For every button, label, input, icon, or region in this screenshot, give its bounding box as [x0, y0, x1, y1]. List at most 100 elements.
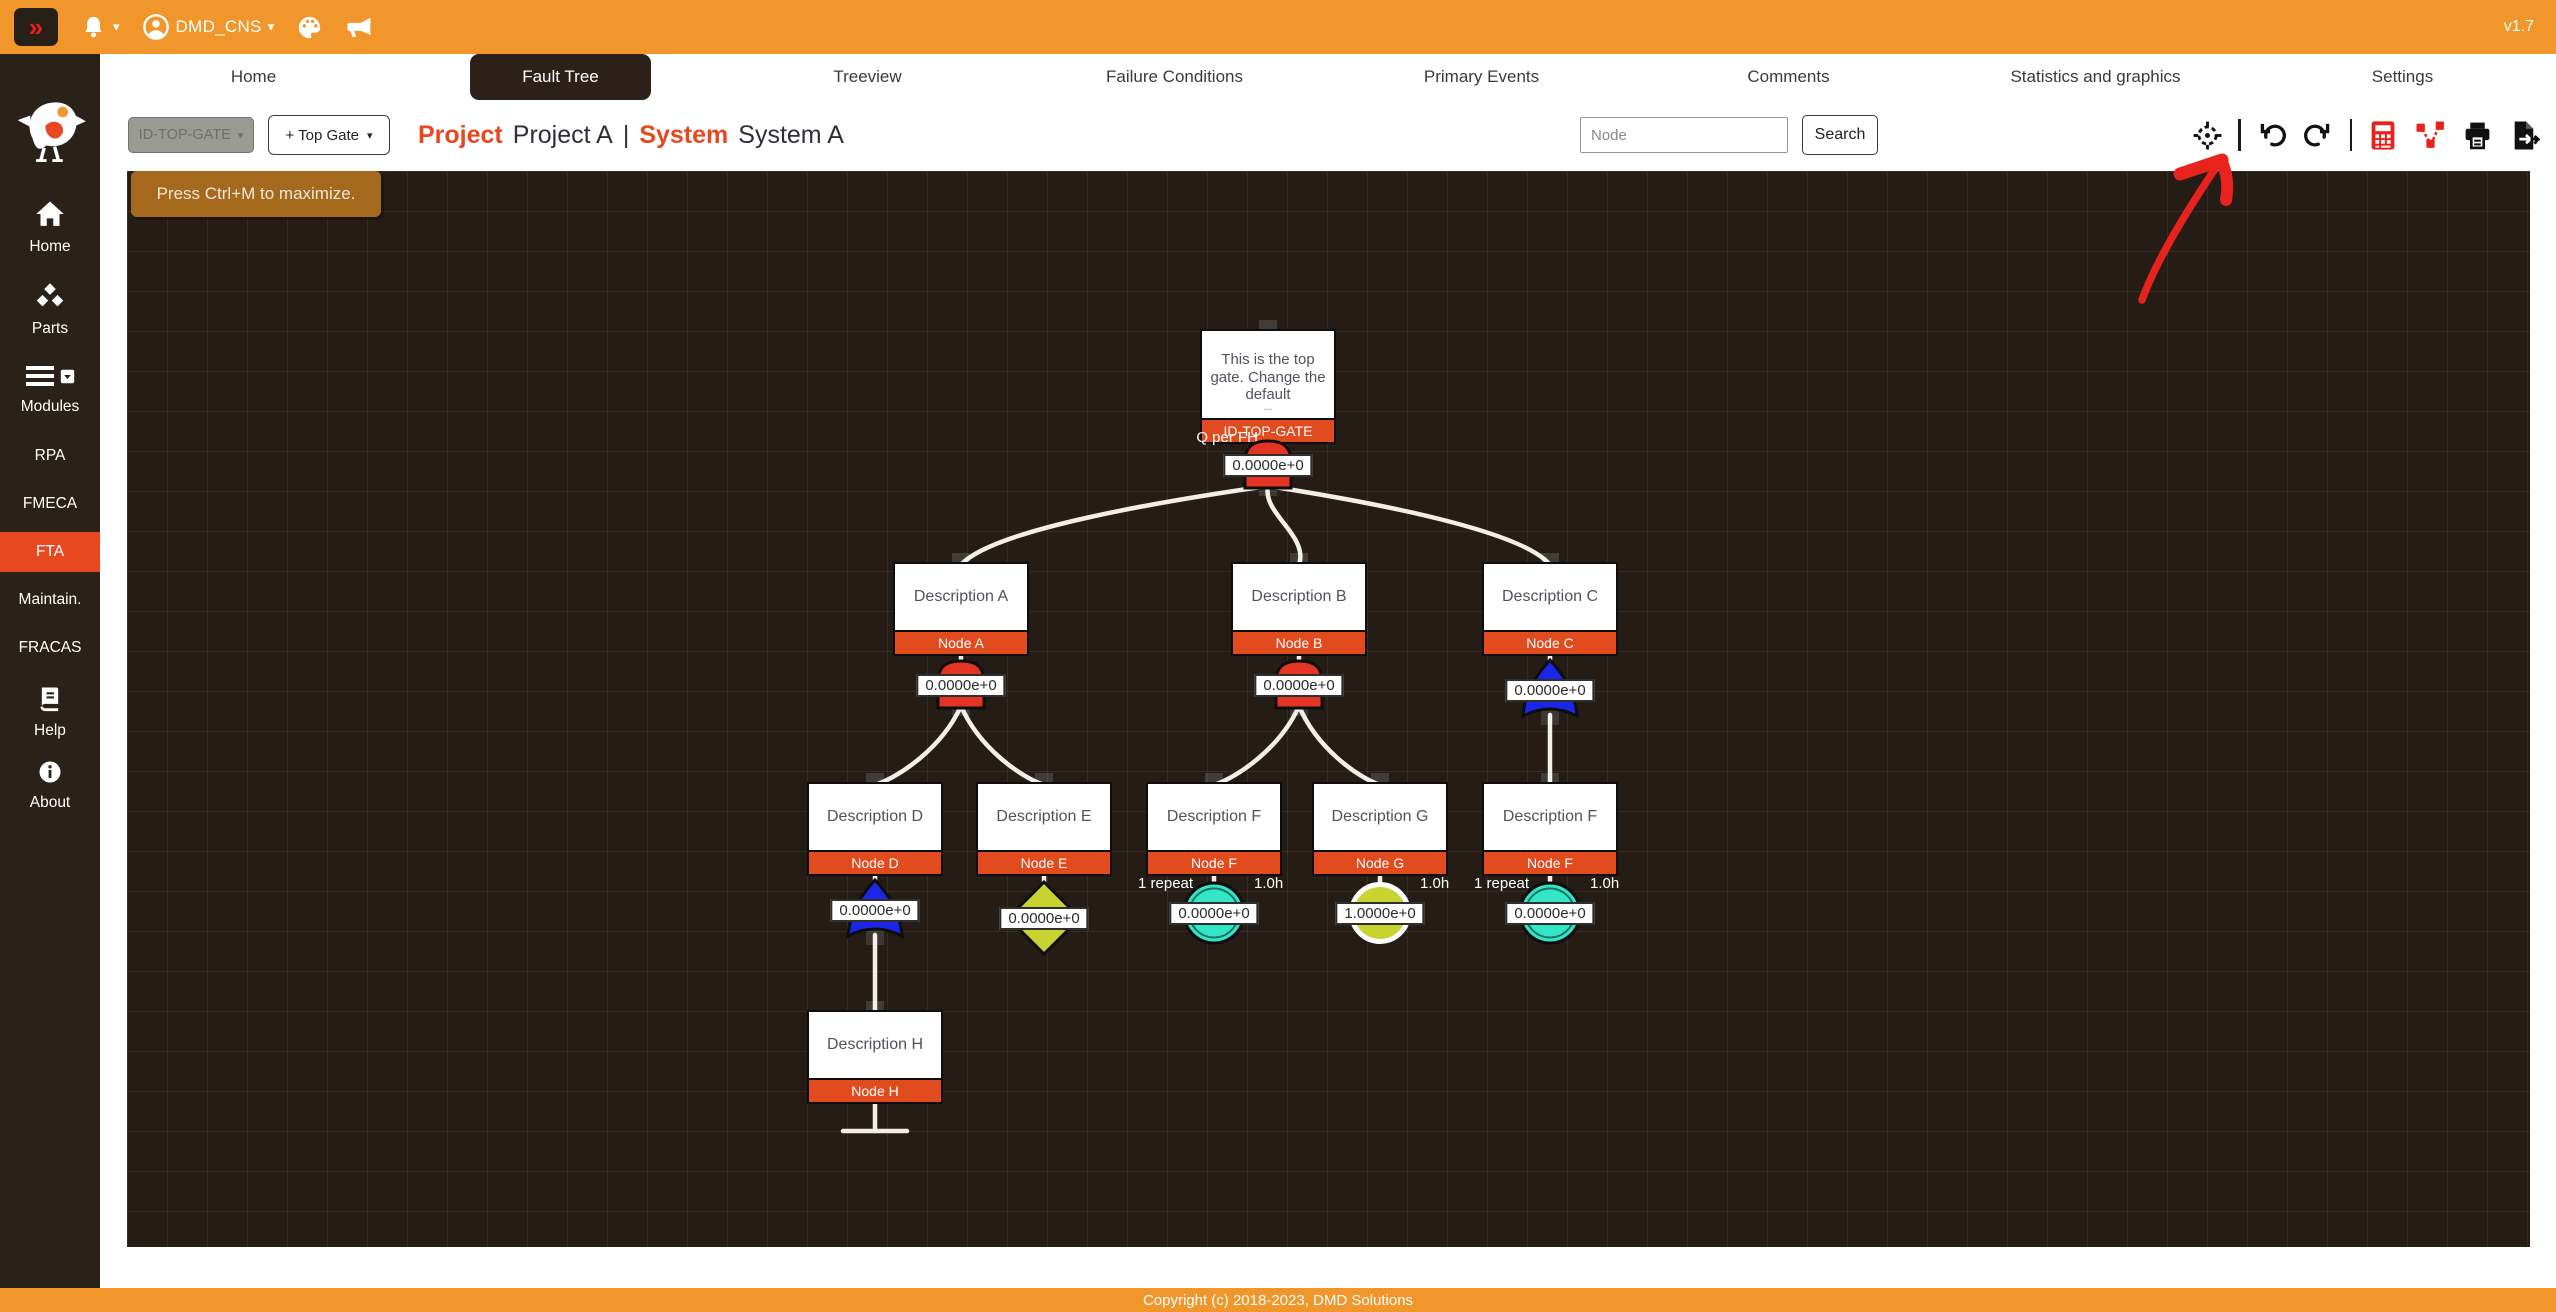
add-top-gate-button[interactable]: + Top Gate ▾	[268, 115, 390, 155]
collapse-sidebar-button[interactable]: »	[14, 8, 58, 46]
tree-node-H[interactable]: Description HNode H	[807, 1010, 943, 1104]
node-id-label: Node F	[1484, 850, 1616, 874]
sidebar-item-help[interactable]: Help	[0, 678, 100, 746]
modules-dropdown-icon[interactable]	[60, 369, 75, 389]
node-description: Description E	[978, 784, 1110, 850]
sidebar-item-label: Parts	[32, 320, 68, 338]
tree-node-F2[interactable]: Description FNode F	[1482, 782, 1618, 876]
undo-icon[interactable]	[2256, 119, 2288, 151]
node-description: Description F	[1484, 784, 1616, 850]
user-name: DMD_CNS	[176, 17, 262, 37]
breadcrumb: Project Project A | System System A	[418, 121, 844, 150]
bell-icon	[80, 14, 107, 41]
sidebar-item-home[interactable]: Home	[0, 194, 100, 262]
notifications-button[interactable]: ▾	[80, 14, 120, 41]
node-description: Description C	[1484, 564, 1616, 630]
sidebar-item-fracas[interactable]: FRACAS	[0, 628, 100, 668]
tree-node-D[interactable]: Description DNode D	[807, 782, 943, 876]
auto-layout-icon[interactable]	[2414, 119, 2446, 151]
node-id-label: Node E	[978, 850, 1110, 874]
sidebar-item-fta[interactable]: FTA	[0, 532, 100, 572]
footer-bar: Copyright (c) 2018-2023, DMD Solutions	[0, 1288, 2556, 1312]
probability-badge: 0.0000e+0	[1169, 902, 1258, 925]
toolbar-divider	[2350, 119, 2353, 151]
tab-primary-events[interactable]: Primary Events	[1328, 54, 1635, 100]
probability-badge: 0.0000e+0	[1223, 454, 1312, 477]
gate-selector-dropdown[interactable]: ID-TOP-GATE ▾	[128, 117, 254, 153]
node-id-label: Node D	[809, 850, 941, 874]
node-more-indicator: ...	[1202, 403, 1334, 418]
top-bar: » ▾ DMD_CNS ▾ v1.7	[0, 0, 2556, 54]
node-description: Description A	[895, 564, 1027, 630]
fta-toolbar: ID-TOP-GATE ▾ + Top Gate ▾ Project Proje…	[100, 100, 2556, 170]
tab-fault-tree[interactable]: Fault Tree	[407, 54, 714, 100]
probability-badge: 0.0000e+0	[916, 674, 1005, 697]
node-id-label: Node C	[1484, 630, 1616, 654]
sidebar-item-label: Home	[29, 238, 70, 256]
sidebar-item-label: Help	[34, 722, 66, 740]
sidebar-item-maintain[interactable]: Maintain.	[0, 580, 100, 620]
tab-settings[interactable]: Settings	[2249, 54, 2556, 100]
focus-target-icon[interactable]	[2191, 119, 2223, 151]
sidebar-item-rpa[interactable]: RPA	[0, 436, 100, 476]
node-description: Description G	[1314, 784, 1446, 850]
user-menu[interactable]: DMD_CNS ▾	[142, 13, 275, 41]
sidebar-item-label: About	[30, 794, 71, 812]
sidebar-item-about[interactable]: About	[0, 754, 100, 818]
system-name: System A	[738, 121, 844, 150]
help-book-icon	[36, 684, 64, 717]
tab-comments[interactable]: Comments	[1635, 54, 1942, 100]
announcements-button[interactable]	[345, 13, 374, 42]
fault-tree-canvas[interactable]: Press Ctrl+M to maximize. This is the to…	[127, 171, 2530, 1247]
tab-failure-conditions[interactable]: Failure Conditions	[1021, 54, 1328, 100]
tab-statistics-and-graphics[interactable]: Statistics and graphics	[1942, 54, 2249, 100]
time-annotation: 1.0h	[1590, 875, 1619, 892]
tree-node-C[interactable]: Description CNode C	[1482, 562, 1618, 656]
chevron-down-icon: ▾	[367, 129, 373, 142]
tree-node-A[interactable]: Description ANode A	[893, 562, 1029, 656]
user-icon	[142, 13, 170, 41]
time-annotation: 1.0h	[1420, 875, 1449, 892]
theme-palette-button[interactable]	[296, 14, 323, 41]
info-icon	[38, 760, 62, 789]
probability-badge: 0.0000e+0	[999, 907, 1088, 930]
sidebar-item-label: Modules	[21, 398, 80, 416]
tab-home[interactable]: Home	[100, 54, 407, 100]
export-icon[interactable]	[2508, 119, 2540, 151]
add-top-gate-label: + Top Gate	[285, 127, 359, 144]
sidebar-item-fmeca[interactable]: FMECA	[0, 484, 100, 524]
probability-badge: 0.0000e+0	[1254, 674, 1343, 697]
tree-node-G[interactable]: Description GNode G	[1312, 782, 1448, 876]
node-description: Description H	[809, 1012, 941, 1078]
node-id-label: Node H	[809, 1078, 941, 1102]
active-tab-pill[interactable]: Fault Tree	[470, 54, 651, 100]
collapse-icon: »	[29, 12, 43, 43]
sidebar-item-parts[interactable]: Parts	[0, 276, 100, 344]
node-id-label: Node F	[1148, 850, 1280, 874]
node-id-label: Node A	[895, 630, 1027, 654]
search-button[interactable]: Search	[1802, 115, 1878, 155]
node-id-label: Node B	[1233, 630, 1365, 654]
modules-icon	[25, 364, 55, 393]
redo-icon[interactable]	[2303, 119, 2335, 151]
probability-badge: 0.0000e+0	[1505, 679, 1594, 702]
tree-node-E[interactable]: Description ENode E	[976, 782, 1112, 876]
tab-treeview[interactable]: Treeview	[714, 54, 1021, 100]
node-search-input[interactable]	[1580, 117, 1788, 153]
app-logo-bird[interactable]	[13, 84, 87, 170]
breadcrumb-divider: |	[623, 121, 630, 150]
sidebar-item-modules[interactable]: Modules	[0, 358, 100, 422]
node-description: Description D	[809, 784, 941, 850]
megaphone-icon	[345, 13, 374, 42]
tree-node-B[interactable]: Description BNode B	[1231, 562, 1367, 656]
print-icon[interactable]	[2461, 119, 2493, 151]
probability-badge: 1.0000e+0	[1335, 902, 1424, 925]
chevron-down-icon: ▾	[113, 19, 120, 35]
chevron-down-icon: ▾	[268, 19, 275, 35]
home-icon	[35, 200, 65, 233]
parts-icon	[35, 282, 65, 315]
tree-node-F[interactable]: Description FNode F	[1146, 782, 1282, 876]
calculate-icon[interactable]	[2367, 119, 2399, 151]
tree-node-top[interactable]: This is the top gate. Change the default…	[1200, 329, 1336, 444]
project-name: Project A	[513, 121, 613, 150]
